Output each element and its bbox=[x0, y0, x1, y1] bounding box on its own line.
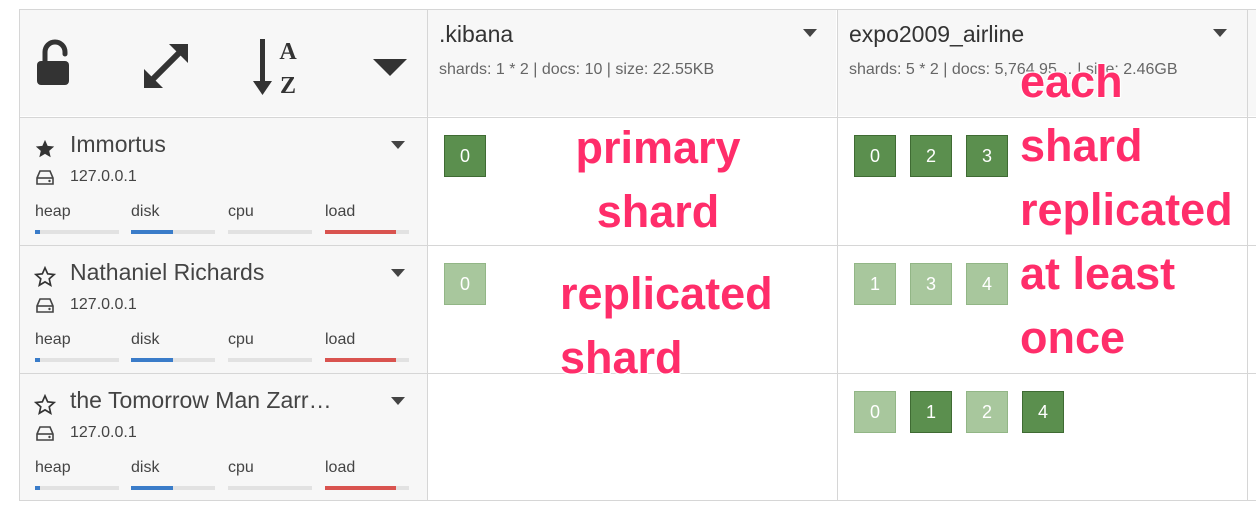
replica-shard[interactable]: 4 bbox=[966, 263, 1008, 305]
hard-drive-icon bbox=[35, 423, 55, 443]
index-name: .kibana bbox=[439, 21, 514, 47]
load-bar bbox=[325, 358, 409, 362]
heap-label: heap bbox=[35, 331, 71, 348]
node-ip: 127.0.0.1 bbox=[70, 296, 137, 313]
star-outline-icon[interactable] bbox=[33, 393, 57, 416]
annotation-primary-shard: primary shard bbox=[568, 116, 748, 244]
annotation-line: primary bbox=[575, 122, 741, 173]
cpu-label: cpu bbox=[228, 459, 254, 476]
cpu-label: cpu bbox=[228, 203, 254, 220]
chevron-down-icon[interactable] bbox=[1213, 29, 1227, 37]
load-label: load bbox=[325, 331, 356, 348]
disk-bar-fill bbox=[131, 230, 173, 234]
primary-shard[interactable]: 4 bbox=[1022, 391, 1064, 433]
caret-down-icon[interactable] bbox=[373, 59, 407, 77]
node-row: the Tomorrow Man Zarr… 127.0.0.1 heap disk c… bbox=[19, 374, 427, 501]
cpu-bar bbox=[228, 486, 312, 490]
replica-shard[interactable]: 0 bbox=[444, 263, 486, 305]
toolbar-panel: A Z bbox=[19, 9, 427, 116]
disk-bar bbox=[131, 358, 215, 362]
primary-shard[interactable]: 0 bbox=[854, 135, 896, 177]
heap-label: heap bbox=[35, 203, 71, 220]
heap-bar bbox=[35, 230, 119, 234]
expand-icon[interactable] bbox=[141, 41, 191, 91]
node-name[interactable]: Nathaniel Richards bbox=[70, 259, 264, 286]
star-outline-icon[interactable] bbox=[33, 265, 57, 288]
node-row: Nathaniel Richards 127.0.0.1 heap disk cpu lo… bbox=[19, 246, 427, 373]
chevron-down-icon[interactable] bbox=[391, 397, 405, 405]
disk-bar bbox=[131, 486, 215, 490]
replica-shard[interactable]: 2 bbox=[966, 391, 1008, 433]
node-name[interactable]: the Tomorrow Man Zarr… bbox=[70, 387, 332, 414]
primary-shard[interactable]: 1 bbox=[910, 391, 952, 433]
heap-bar bbox=[35, 358, 119, 362]
primary-shard[interactable]: 2 bbox=[910, 135, 952, 177]
hard-drive-icon bbox=[35, 295, 55, 315]
disk-label: disk bbox=[131, 203, 160, 220]
heap-bar-fill bbox=[35, 358, 40, 362]
load-bar-fill bbox=[325, 230, 396, 234]
annotation-line: replicated bbox=[560, 268, 773, 319]
annotation-replicated-shard: replicated shard bbox=[560, 262, 773, 390]
replica-shard[interactable]: 1 bbox=[854, 263, 896, 305]
primary-shard[interactable]: 0 bbox=[444, 135, 486, 177]
annotation-line: shard bbox=[560, 332, 683, 383]
load-label: load bbox=[325, 459, 356, 476]
disk-label: disk bbox=[131, 459, 160, 476]
unlock-icon[interactable] bbox=[36, 39, 74, 87]
disk-label: disk bbox=[131, 331, 160, 348]
cpu-bar bbox=[228, 230, 312, 234]
heap-bar bbox=[35, 486, 119, 490]
hard-drive-icon bbox=[35, 167, 55, 187]
load-label: load bbox=[325, 203, 356, 220]
annotation-line: shard bbox=[1020, 120, 1143, 171]
annotation-line: replicated bbox=[1020, 184, 1233, 235]
disk-bar bbox=[131, 230, 215, 234]
heap-bar-fill bbox=[35, 486, 40, 490]
load-bar-fill bbox=[325, 486, 396, 490]
primary-shard[interactable]: 3 bbox=[966, 135, 1008, 177]
annotation-line: shard bbox=[596, 186, 720, 237]
annotation-line: at least bbox=[1020, 248, 1176, 299]
load-bar bbox=[325, 486, 409, 490]
annotation-each-shard: each shard replicated at least once bbox=[1020, 50, 1233, 370]
star-filled-icon[interactable] bbox=[34, 138, 56, 160]
replica-shard[interactable]: 0 bbox=[854, 391, 896, 433]
svg-text:Z: Z bbox=[280, 73, 296, 97]
index-header-kibana[interactable]: .kibana shards: 1 * 2 | docs: 10 | size:… bbox=[428, 9, 836, 116]
replica-shard[interactable]: 3 bbox=[910, 263, 952, 305]
annotation-line: each bbox=[1020, 56, 1123, 107]
index-stats: shards: 1 * 2 | docs: 10 | size: 22.55KB bbox=[439, 61, 715, 78]
chevron-down-icon[interactable] bbox=[803, 29, 817, 37]
chevron-down-icon[interactable] bbox=[391, 269, 405, 277]
load-bar-fill bbox=[325, 358, 396, 362]
index-name: expo2009_airline bbox=[849, 21, 1025, 47]
heap-label: heap bbox=[35, 459, 71, 476]
heap-bar-fill bbox=[35, 230, 40, 234]
node-row: Immortus 127.0.0.1 heap disk cpu load bbox=[19, 118, 427, 245]
cpu-bar bbox=[228, 358, 312, 362]
node-name[interactable]: Immortus bbox=[70, 131, 166, 158]
load-bar bbox=[325, 230, 409, 234]
node-ip: 127.0.0.1 bbox=[70, 168, 137, 185]
svg-text:A: A bbox=[279, 39, 297, 65]
disk-bar-fill bbox=[131, 358, 173, 362]
chevron-down-icon[interactable] bbox=[391, 141, 405, 149]
cpu-label: cpu bbox=[228, 331, 254, 348]
node-ip: 127.0.0.1 bbox=[70, 424, 137, 441]
sort-alpha-icon[interactable]: A Z bbox=[253, 37, 307, 97]
annotation-line: once bbox=[1020, 312, 1126, 363]
disk-bar-fill bbox=[131, 486, 173, 490]
